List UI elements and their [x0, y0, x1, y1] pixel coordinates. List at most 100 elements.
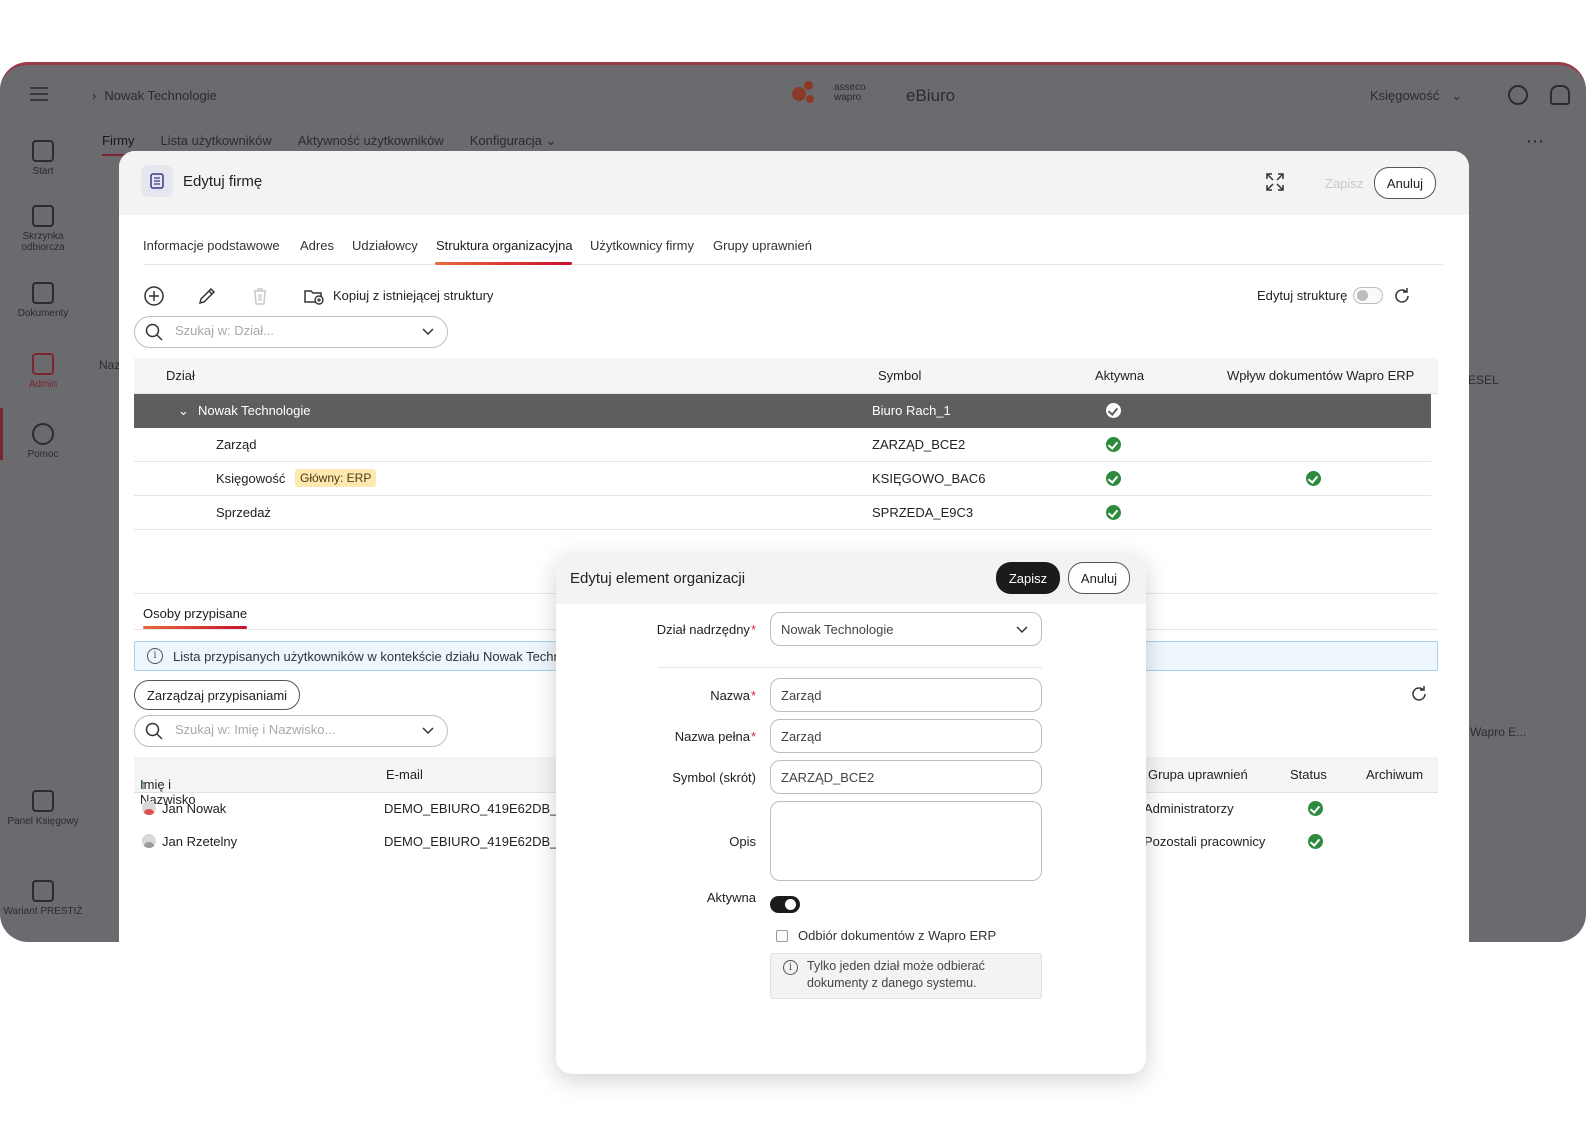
- bg-column-fragment: Naz: [99, 358, 121, 372]
- tab-company-users[interactable]: Użytkownicy firmy: [590, 238, 694, 253]
- modal-header: Edytuj firmę Zapisz Anuluj: [119, 151, 1469, 215]
- bell-icon[interactable]: [1550, 85, 1570, 105]
- name-input[interactable]: Zarząd: [770, 678, 1042, 712]
- active-toggle[interactable]: [770, 896, 800, 913]
- active-tab-underline: [435, 262, 572, 265]
- column-status[interactable]: Status: [1290, 767, 1327, 782]
- app-name: eBiuro: [906, 86, 956, 105]
- edit-org-element-dialog: Edytuj element organizacji Zapisz Anuluj…: [556, 554, 1146, 1074]
- search-icon: [145, 323, 163, 341]
- chevron-right-icon: ›: [92, 88, 97, 103]
- table-row[interactable]: ⌄ Nowak Technologie Biuro Rach_1: [134, 394, 1431, 428]
- breadcrumb[interactable]: › Nowak Technologie: [92, 88, 217, 103]
- cancel-button[interactable]: Anuluj: [1374, 167, 1436, 199]
- user-avatar-icon[interactable]: [1508, 85, 1528, 105]
- form-divider: [658, 667, 1042, 668]
- column-permission-group[interactable]: Grupa uprawnień: [1148, 767, 1248, 782]
- save-button[interactable]: Zapisz: [1311, 169, 1377, 199]
- delete-icon[interactable]: [249, 285, 271, 307]
- tab-permission-groups[interactable]: Grupy uprawnień: [713, 238, 812, 253]
- row-symbol: ZARZĄD_BCE2: [872, 437, 966, 452]
- parent-dept-select[interactable]: Nowak Technologie: [770, 612, 1042, 646]
- active-check-icon: [1106, 471, 1121, 486]
- hint-line: dokumenty z danego systemu.: [807, 976, 977, 990]
- tab-org-structure[interactable]: Struktura organizacyjna: [436, 238, 573, 253]
- breadcrumb-company[interactable]: Nowak Technologie: [104, 88, 217, 103]
- role-selector[interactable]: Księgowość ⌄: [1370, 88, 1462, 104]
- department-search-input[interactable]: [175, 323, 415, 338]
- bg-column-fragment: Wapro E...: [1470, 725, 1527, 739]
- column-active[interactable]: Aktywna: [1095, 368, 1144, 383]
- table-row[interactable]: Zarząd ZARZĄD_BCE2: [134, 428, 1431, 462]
- full-name-input[interactable]: Zarząd: [770, 719, 1042, 753]
- chevron-down-icon[interactable]: [421, 325, 435, 339]
- tab-shareholders[interactable]: Udziałowcy: [352, 238, 418, 253]
- sidebar-item-admin[interactable]: Admin: [0, 353, 86, 390]
- user-group: Administratorzy: [1144, 801, 1234, 816]
- collapse-chevron-icon[interactable]: ⌄: [178, 403, 189, 419]
- sidebar-item-help[interactable]: Pomoc: [0, 423, 86, 460]
- table-row[interactable]: Sprzedaż SPRZEDA_E9C3: [134, 496, 1431, 530]
- home-icon: [32, 140, 54, 162]
- symbol-input[interactable]: ZARZĄD_BCE2: [770, 760, 1042, 794]
- column-department[interactable]: Dział: [166, 368, 195, 383]
- documents-icon: [32, 282, 54, 304]
- parent-dept-label: Dział nadrzędny*: [656, 622, 756, 637]
- copy-structure-icon[interactable]: [303, 285, 325, 307]
- row-symbol: SPRZEDA_E9C3: [872, 505, 974, 520]
- edit-pencil-icon[interactable]: [196, 285, 218, 307]
- brand-text: asseco wapro: [834, 82, 866, 103]
- edit-structure-toggle[interactable]: [1353, 287, 1383, 304]
- sidebar-item-inbox[interactable]: Skrzynka odbiorcza: [0, 205, 86, 253]
- column-archive[interactable]: Archiwum: [1366, 767, 1423, 782]
- user-search-input[interactable]: [175, 722, 415, 737]
- inbox-icon: [32, 205, 54, 227]
- info-icon: i: [147, 648, 163, 664]
- user-email: DEMO_EBIURO_419E62DB_A: [384, 834, 567, 849]
- sidebar-item-documents[interactable]: Dokumenty: [0, 282, 86, 319]
- panel-icon: [32, 790, 54, 812]
- row-department-name: Zarząd: [216, 437, 257, 452]
- status-check-icon: [1308, 801, 1323, 816]
- symbol-label: Symbol (skrót): [672, 770, 756, 785]
- user-search[interactable]: [134, 715, 448, 747]
- manage-assignments-button[interactable]: Zarządzaj przypisaniami: [134, 680, 300, 710]
- more-icon[interactable]: ⋯: [1526, 131, 1544, 152]
- erp-receive-label[interactable]: Odbiór dokumentów z Wapro ERP: [798, 928, 996, 943]
- refresh-icon[interactable]: [1409, 684, 1429, 704]
- chevron-down-icon: [1016, 626, 1028, 634]
- expand-icon[interactable]: [1265, 172, 1285, 192]
- erp-receive-checkbox[interactable]: [776, 930, 788, 942]
- hint-line: Tylko jeden dział może odbierać: [807, 959, 985, 973]
- structure-toolbar: Kopiuj z istniejącej struktury Edytuj st…: [143, 281, 1443, 311]
- tab-address[interactable]: Adres: [300, 238, 334, 253]
- structure-grid-header: Dział Symbol Aktywna Wpływ dokumentów Wa…: [134, 358, 1438, 394]
- row-symbol: Biuro Rach_1: [872, 403, 951, 418]
- add-icon[interactable]: [143, 285, 165, 307]
- tab-basic-info[interactable]: Informacje podstawowe: [143, 238, 280, 253]
- department-search[interactable]: [134, 316, 448, 348]
- column-symbol[interactable]: Symbol: [878, 368, 921, 383]
- refresh-icon[interactable]: [1392, 286, 1412, 306]
- modal-tabs: Informacje podstawowe Adres Udziałowcy S…: [143, 229, 1443, 265]
- sort-asc-icon: ↑: [140, 777, 147, 792]
- table-row[interactable]: Księgowość Główny: ERP KSIĘGOWO_BAC6: [134, 462, 1431, 496]
- row-department-name: Nowak Technologie: [198, 403, 311, 418]
- dialog-cancel-button[interactable]: Anuluj: [1068, 562, 1130, 594]
- sidebar-item-start[interactable]: Start: [0, 140, 86, 177]
- menu-icon[interactable]: [30, 87, 48, 101]
- column-email[interactable]: E-mail: [386, 767, 423, 782]
- search-icon: [145, 722, 163, 740]
- dialog-save-button[interactable]: Zapisz: [996, 562, 1060, 594]
- copy-structure-button[interactable]: Kopiuj z istniejącej struktury: [333, 288, 493, 303]
- tab-assigned-people[interactable]: Osoby przypisane: [143, 606, 247, 621]
- info-text: Lista przypisanych użytkowników w kontek…: [173, 649, 561, 664]
- chevron-down-icon[interactable]: [421, 724, 435, 738]
- brand-logo: asseco wapro: [792, 79, 866, 107]
- column-erp-inflow[interactable]: Wpływ dokumentów Wapro ERP: [1227, 368, 1414, 383]
- sidebar-item-panel[interactable]: Panel Księgowy: [0, 790, 86, 827]
- sidebar-item-variant[interactable]: Wariant PRESTIŻ: [0, 880, 86, 917]
- variant-icon: [32, 880, 54, 902]
- chevron-down-icon: ⌄: [1451, 88, 1463, 103]
- description-textarea[interactable]: [770, 801, 1042, 881]
